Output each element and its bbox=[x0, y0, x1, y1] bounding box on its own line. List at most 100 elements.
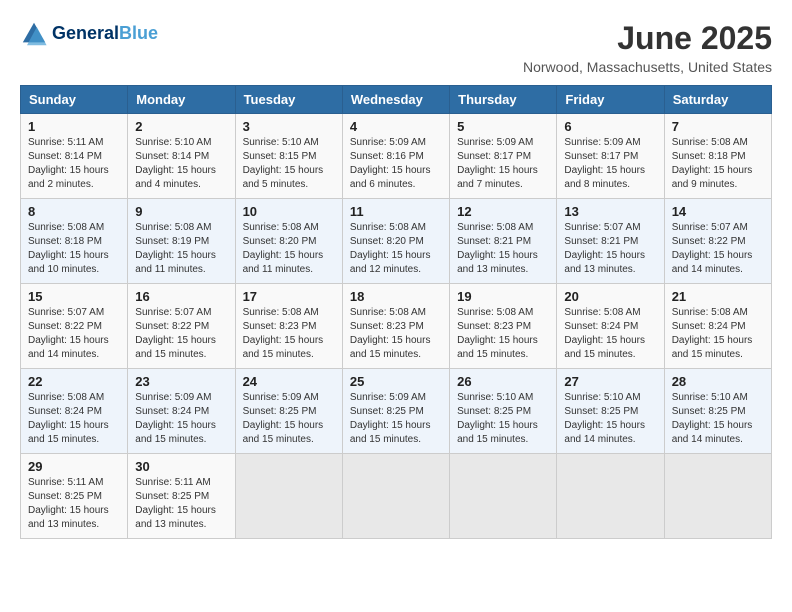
calendar-cell: 30Sunrise: 5:11 AM Sunset: 8:25 PM Dayli… bbox=[128, 454, 235, 539]
day-number: 14 bbox=[672, 204, 764, 219]
calendar-cell bbox=[450, 454, 557, 539]
calendar-cell: 5Sunrise: 5:09 AM Sunset: 8:17 PM Daylig… bbox=[450, 114, 557, 199]
calendar-cell: 26 Sunrise: 5:10 AM Sunset: 8:25 PM Dayli… bbox=[450, 369, 557, 454]
day-info: Sunrise: 5:10 AM Sunset: 8:25 PM Dayligh… bbox=[457, 391, 549, 447]
logo-icon bbox=[20, 20, 48, 48]
day-number: 4 bbox=[350, 119, 442, 134]
calendar-cell: 3 Sunrise: 5:10 AM Sunset: 8:15 PM Daylig… bbox=[235, 114, 342, 199]
calendar-cell: 21 Sunrise: 5:08 AM Sunset: 8:24 PM Dayli… bbox=[664, 284, 771, 369]
day-number: 25 bbox=[350, 374, 442, 389]
calendar-cell: 13 Sunrise: 5:07 AM Sunset: 8:21 PM Dayli… bbox=[557, 199, 664, 284]
calendar-cell: 23 Sunrise: 5:09 AM Sunset: 8:24 PM Dayli… bbox=[128, 369, 235, 454]
day-info: Sunrise: 5:09 AM Sunset: 8:25 PM Dayligh… bbox=[350, 391, 442, 447]
header-thursday: Thursday bbox=[450, 86, 557, 114]
header-saturday: Saturday bbox=[664, 86, 771, 114]
calendar-week-3: 15 Sunrise: 5:07 AM Sunset: 8:22 PM Dayli… bbox=[21, 284, 772, 369]
day-number: 3 bbox=[243, 119, 335, 134]
calendar-cell: 14 Sunrise: 5:07 AM Sunset: 8:22 PM Dayli… bbox=[664, 199, 771, 284]
calendar-week-2: 8 Sunrise: 5:08 AM Sunset: 8:18 PM Daylig… bbox=[21, 199, 772, 284]
day-info: Sunrise: 5:09 AM Sunset: 8:25 PM Dayligh… bbox=[243, 391, 335, 447]
day-number: 28 bbox=[672, 374, 764, 389]
header-row: Sunday Monday Tuesday Wednesday Thursday… bbox=[21, 86, 772, 114]
day-info: Sunrise: 5:10 AM Sunset: 8:14 PM Dayligh… bbox=[135, 136, 227, 192]
calendar-cell: 15 Sunrise: 5:07 AM Sunset: 8:22 PM Dayli… bbox=[21, 284, 128, 369]
calendar-cell: 9Sunrise: 5:08 AM Sunset: 8:19 PM Daylig… bbox=[128, 199, 235, 284]
calendar-cell: 16Sunrise: 5:07 AM Sunset: 8:22 PM Dayli… bbox=[128, 284, 235, 369]
calendar-cell: 29 Sunrise: 5:11 AM Sunset: 8:25 PM Dayli… bbox=[21, 454, 128, 539]
calendar-week-1: 1 Sunrise: 5:11 AM Sunset: 8:14 PM Daylig… bbox=[21, 114, 772, 199]
day-number: 17 bbox=[243, 289, 335, 304]
calendar-cell: 4 Sunrise: 5:09 AM Sunset: 8:16 PM Daylig… bbox=[342, 114, 449, 199]
day-number: 1 bbox=[28, 119, 120, 134]
calendar-cell: 8 Sunrise: 5:08 AM Sunset: 8:18 PM Daylig… bbox=[21, 199, 128, 284]
day-info: Sunrise: 5:10 AM Sunset: 8:15 PM Dayligh… bbox=[243, 136, 335, 192]
day-number: 2 bbox=[135, 119, 227, 134]
day-info: Sunrise: 5:08 AM Sunset: 8:23 PM Dayligh… bbox=[350, 306, 442, 362]
day-info: Sunrise: 5:08 AM Sunset: 8:21 PM Dayligh… bbox=[457, 221, 549, 277]
header-monday: Monday bbox=[128, 86, 235, 114]
day-number: 21 bbox=[672, 289, 764, 304]
day-number: 24 bbox=[243, 374, 335, 389]
day-info: Sunrise: 5:08 AM Sunset: 8:18 PM Dayligh… bbox=[28, 221, 120, 277]
day-info: Sunrise: 5:09 AM Sunset: 8:24 PM Dayligh… bbox=[135, 391, 227, 447]
calendar-cell bbox=[235, 454, 342, 539]
calendar-table: Sunday Monday Tuesday Wednesday Thursday… bbox=[20, 85, 772, 539]
day-number: 12 bbox=[457, 204, 549, 219]
day-info: Sunrise: 5:08 AM Sunset: 8:23 PM Dayligh… bbox=[243, 306, 335, 362]
day-info: Sunrise: 5:09 AM Sunset: 8:16 PM Dayligh… bbox=[350, 136, 442, 192]
day-info: Sunrise: 5:10 AM Sunset: 8:25 PM Dayligh… bbox=[564, 391, 656, 447]
calendar-cell: 27Sunrise: 5:10 AM Sunset: 8:25 PM Dayli… bbox=[557, 369, 664, 454]
calendar-cell: 6 Sunrise: 5:09 AM Sunset: 8:17 PM Daylig… bbox=[557, 114, 664, 199]
header-sunday: Sunday bbox=[21, 86, 128, 114]
day-number: 7 bbox=[672, 119, 764, 134]
calendar-cell bbox=[342, 454, 449, 539]
calendar-cell: 20 Sunrise: 5:08 AM Sunset: 8:24 PM Dayli… bbox=[557, 284, 664, 369]
calendar-cell bbox=[557, 454, 664, 539]
title-area: June 2025 Norwood, Massachusetts, United… bbox=[523, 20, 772, 75]
day-info: Sunrise: 5:07 AM Sunset: 8:21 PM Dayligh… bbox=[564, 221, 656, 277]
calendar-week-4: 22 Sunrise: 5:08 AM Sunset: 8:24 PM Dayli… bbox=[21, 369, 772, 454]
calendar-cell: 24 Sunrise: 5:09 AM Sunset: 8:25 PM Dayli… bbox=[235, 369, 342, 454]
calendar-cell: 22 Sunrise: 5:08 AM Sunset: 8:24 PM Dayli… bbox=[21, 369, 128, 454]
calendar-cell: 28 Sunrise: 5:10 AM Sunset: 8:25 PM Dayli… bbox=[664, 369, 771, 454]
day-number: 6 bbox=[564, 119, 656, 134]
calendar-cell: 17 Sunrise: 5:08 AM Sunset: 8:23 PM Dayli… bbox=[235, 284, 342, 369]
day-info: Sunrise: 5:08 AM Sunset: 8:18 PM Dayligh… bbox=[672, 136, 764, 192]
day-number: 26 bbox=[457, 374, 549, 389]
day-number: 9 bbox=[135, 204, 227, 219]
day-number: 19 bbox=[457, 289, 549, 304]
logo: GeneralBlue bbox=[20, 20, 158, 48]
header-wednesday: Wednesday bbox=[342, 86, 449, 114]
header-friday: Friday bbox=[557, 86, 664, 114]
day-number: 15 bbox=[28, 289, 120, 304]
day-number: 13 bbox=[564, 204, 656, 219]
day-number: 22 bbox=[28, 374, 120, 389]
day-number: 29 bbox=[28, 459, 120, 474]
day-info: Sunrise: 5:11 AM Sunset: 8:14 PM Dayligh… bbox=[28, 136, 120, 192]
day-info: Sunrise: 5:07 AM Sunset: 8:22 PM Dayligh… bbox=[672, 221, 764, 277]
day-number: 18 bbox=[350, 289, 442, 304]
day-number: 20 bbox=[564, 289, 656, 304]
calendar-week-5: 29 Sunrise: 5:11 AM Sunset: 8:25 PM Dayli… bbox=[21, 454, 772, 539]
day-info: Sunrise: 5:11 AM Sunset: 8:25 PM Dayligh… bbox=[28, 476, 120, 532]
day-info: Sunrise: 5:09 AM Sunset: 8:17 PM Dayligh… bbox=[564, 136, 656, 192]
day-info: Sunrise: 5:10 AM Sunset: 8:25 PM Dayligh… bbox=[672, 391, 764, 447]
day-info: Sunrise: 5:11 AM Sunset: 8:25 PM Dayligh… bbox=[135, 476, 227, 532]
calendar-cell: 11Sunrise: 5:08 AM Sunset: 8:20 PM Dayli… bbox=[342, 199, 449, 284]
calendar-cell: 10Sunrise: 5:08 AM Sunset: 8:20 PM Dayli… bbox=[235, 199, 342, 284]
day-number: 11 bbox=[350, 204, 442, 219]
day-number: 23 bbox=[135, 374, 227, 389]
day-number: 8 bbox=[28, 204, 120, 219]
calendar-subtitle: Norwood, Massachusetts, United States bbox=[523, 59, 772, 75]
day-info: Sunrise: 5:08 AM Sunset: 8:24 PM Dayligh… bbox=[672, 306, 764, 362]
day-info: Sunrise: 5:08 AM Sunset: 8:24 PM Dayligh… bbox=[28, 391, 120, 447]
day-info: Sunrise: 5:07 AM Sunset: 8:22 PM Dayligh… bbox=[135, 306, 227, 362]
day-info: Sunrise: 5:09 AM Sunset: 8:17 PM Dayligh… bbox=[457, 136, 549, 192]
calendar-cell: 25 Sunrise: 5:09 AM Sunset: 8:25 PM Dayli… bbox=[342, 369, 449, 454]
day-info: Sunrise: 5:08 AM Sunset: 8:24 PM Dayligh… bbox=[564, 306, 656, 362]
calendar-cell: 12 Sunrise: 5:08 AM Sunset: 8:21 PM Dayli… bbox=[450, 199, 557, 284]
calendar-cell: 2 Sunrise: 5:10 AM Sunset: 8:14 PM Daylig… bbox=[128, 114, 235, 199]
day-number: 10 bbox=[243, 204, 335, 219]
calendar-cell bbox=[664, 454, 771, 539]
day-info: Sunrise: 5:07 AM Sunset: 8:22 PM Dayligh… bbox=[28, 306, 120, 362]
